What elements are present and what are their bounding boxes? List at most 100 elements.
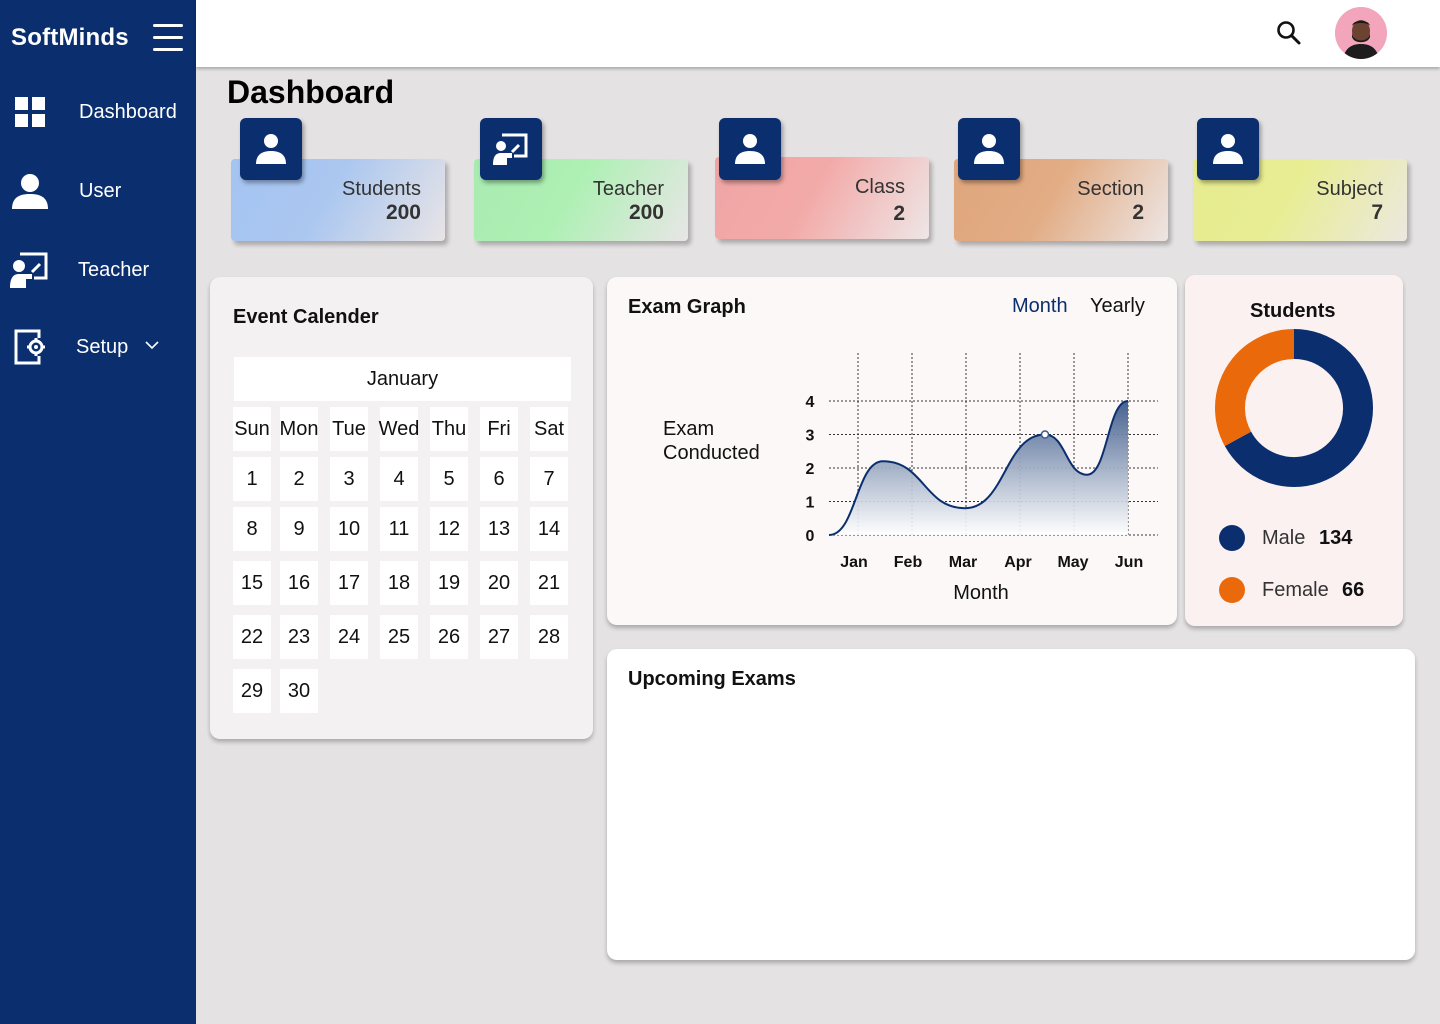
sidebar: SoftMinds Dashboard User Teacher Setup bbox=[0, 0, 196, 1024]
stat-value: 200 bbox=[628, 201, 664, 224]
data-point bbox=[1040, 430, 1050, 439]
sidebar-item-user[interactable]: User bbox=[0, 167, 196, 215]
stat-value: 200 bbox=[385, 201, 421, 224]
calendar-day[interactable]: 13 bbox=[480, 507, 518, 551]
stat-label: Subject bbox=[1316, 178, 1383, 200]
calendar-day[interactable]: 21 bbox=[530, 561, 568, 605]
calendar-day[interactable]: 1 bbox=[233, 457, 271, 501]
male-legend-dot bbox=[1219, 525, 1245, 551]
stat-label: Students bbox=[342, 178, 421, 200]
calendar-day[interactable]: 3 bbox=[330, 457, 368, 501]
students-donut-chart bbox=[1215, 329, 1373, 487]
x-axis-label: Month bbox=[953, 582, 1009, 604]
calendar-day[interactable]: 20 bbox=[480, 561, 518, 605]
calendar-day[interactable]: 17 bbox=[330, 561, 368, 605]
calendar-weekday: Sat bbox=[530, 407, 568, 451]
y-tick-label: 1 bbox=[806, 495, 815, 512]
sidebar-item-dashboard[interactable]: Dashboard bbox=[0, 88, 196, 136]
calendar-day[interactable]: 12 bbox=[430, 507, 468, 551]
calendar-day[interactable]: 7 bbox=[530, 457, 568, 501]
calendar-day[interactable]: 27 bbox=[480, 615, 518, 659]
search-icon[interactable] bbox=[1276, 20, 1302, 46]
user-icon bbox=[719, 118, 781, 180]
calendar-day[interactable]: 4 bbox=[380, 457, 418, 501]
calendar-day[interactable]: 23 bbox=[280, 615, 318, 659]
stat-value: 7 bbox=[1371, 201, 1383, 224]
x-tick-label: Jun bbox=[1115, 554, 1143, 571]
calendar-day[interactable]: 16 bbox=[280, 561, 318, 605]
calendar-weekday: Wed bbox=[379, 407, 419, 451]
calendar-day[interactable]: 22 bbox=[233, 615, 271, 659]
x-tick-label: Jan bbox=[840, 554, 868, 571]
y-tick-label: 4 bbox=[806, 394, 815, 411]
stat-label: Teacher bbox=[592, 178, 664, 200]
sidebar-item-setup[interactable]: Setup bbox=[0, 323, 196, 371]
upcoming-exams-panel bbox=[607, 649, 1415, 960]
calendar-day[interactable]: 2 bbox=[280, 457, 318, 501]
legend-value: 66 bbox=[1342, 579, 1365, 601]
page-title: Dashboard bbox=[227, 74, 395, 110]
stat-value: 2 bbox=[1132, 201, 1144, 224]
teacher-icon bbox=[480, 118, 542, 180]
user-icon bbox=[1197, 118, 1259, 180]
female-legend-dot bbox=[1219, 577, 1245, 603]
y-axis-label: Conducted bbox=[663, 442, 760, 464]
calendar-weekday: Sun bbox=[233, 407, 271, 451]
stat-label: Section bbox=[1077, 178, 1144, 200]
calendar-weekday: Fri bbox=[480, 407, 518, 451]
top-bar bbox=[196, 0, 1440, 67]
calendar-weekday: Mon bbox=[280, 407, 318, 451]
exam-area-chart: 0 1 2 3 4 Jan Feb Mar Apr May Jun Month ExamConducte… bbox=[663, 353, 1158, 604]
x-tick-label: Feb bbox=[894, 554, 923, 571]
calendar-month[interactable]: January bbox=[234, 357, 571, 401]
legend-label: Female bbox=[1262, 579, 1329, 601]
y-tick-label: 2 bbox=[806, 461, 815, 478]
user-icon bbox=[240, 118, 302, 180]
avatar[interactable] bbox=[1335, 7, 1387, 59]
calendar-day[interactable]: 28 bbox=[530, 615, 568, 659]
setup-icon bbox=[10, 327, 50, 367]
brand-logo: SoftMinds bbox=[11, 24, 129, 51]
legend-value: 134 bbox=[1319, 527, 1353, 549]
calendar-day[interactable]: 9 bbox=[280, 507, 318, 551]
calendar-day[interactable]: 8 bbox=[233, 507, 271, 551]
y-axis-label: Exam bbox=[663, 418, 714, 440]
y-tick-label: 3 bbox=[806, 428, 815, 445]
calendar-title: Event Calender bbox=[233, 306, 379, 328]
grid-icon bbox=[10, 92, 50, 132]
user-icon bbox=[958, 118, 1020, 180]
legend-label: Male bbox=[1262, 527, 1306, 549]
calendar-day[interactable]: 18 bbox=[380, 561, 418, 605]
calendar-day[interactable]: 5 bbox=[430, 457, 468, 501]
calendar-weekday: Thu bbox=[430, 407, 468, 451]
y-tick-label: 0 bbox=[806, 528, 815, 545]
x-tick-label: Apr bbox=[1004, 554, 1032, 571]
x-tick-label: May bbox=[1057, 554, 1088, 571]
calendar-day[interactable]: 19 bbox=[430, 561, 468, 605]
x-tick-label: Mar bbox=[949, 554, 977, 571]
stat-label: Class bbox=[854, 176, 905, 198]
upcoming-exams-title: Upcoming Exams bbox=[628, 668, 796, 690]
calendar-day[interactable]: 10 bbox=[330, 507, 368, 551]
chevron-down-icon[interactable] bbox=[144, 337, 160, 355]
sidebar-item-teacher[interactable]: Teacher bbox=[0, 246, 196, 294]
user-icon bbox=[10, 171, 50, 211]
calendar-weekday: Tue bbox=[330, 407, 368, 451]
sidebar-item-label: Setup bbox=[76, 335, 129, 358]
donut-slice-female bbox=[1215, 329, 1295, 447]
calendar-day[interactable]: 6 bbox=[480, 457, 518, 501]
stat-value: 2 bbox=[893, 202, 905, 225]
calendar-day[interactable]: 24 bbox=[330, 615, 368, 659]
calendar-day[interactable]: 14 bbox=[530, 507, 568, 551]
sidebar-item-label: Teacher bbox=[78, 258, 150, 281]
sidebar-item-label: Dashboard bbox=[79, 100, 177, 123]
menu-icon[interactable] bbox=[153, 24, 183, 52]
calendar-day[interactable]: 25 bbox=[380, 615, 418, 659]
calendar-day[interactable]: 11 bbox=[380, 507, 418, 551]
teacher-icon bbox=[10, 250, 50, 290]
sidebar-item-label: User bbox=[79, 179, 122, 202]
calendar-day[interactable]: 30 bbox=[280, 669, 318, 713]
calendar-day[interactable]: 15 bbox=[233, 561, 271, 605]
calendar-day[interactable]: 29 bbox=[233, 669, 271, 713]
calendar-day[interactable]: 26 bbox=[430, 615, 468, 659]
